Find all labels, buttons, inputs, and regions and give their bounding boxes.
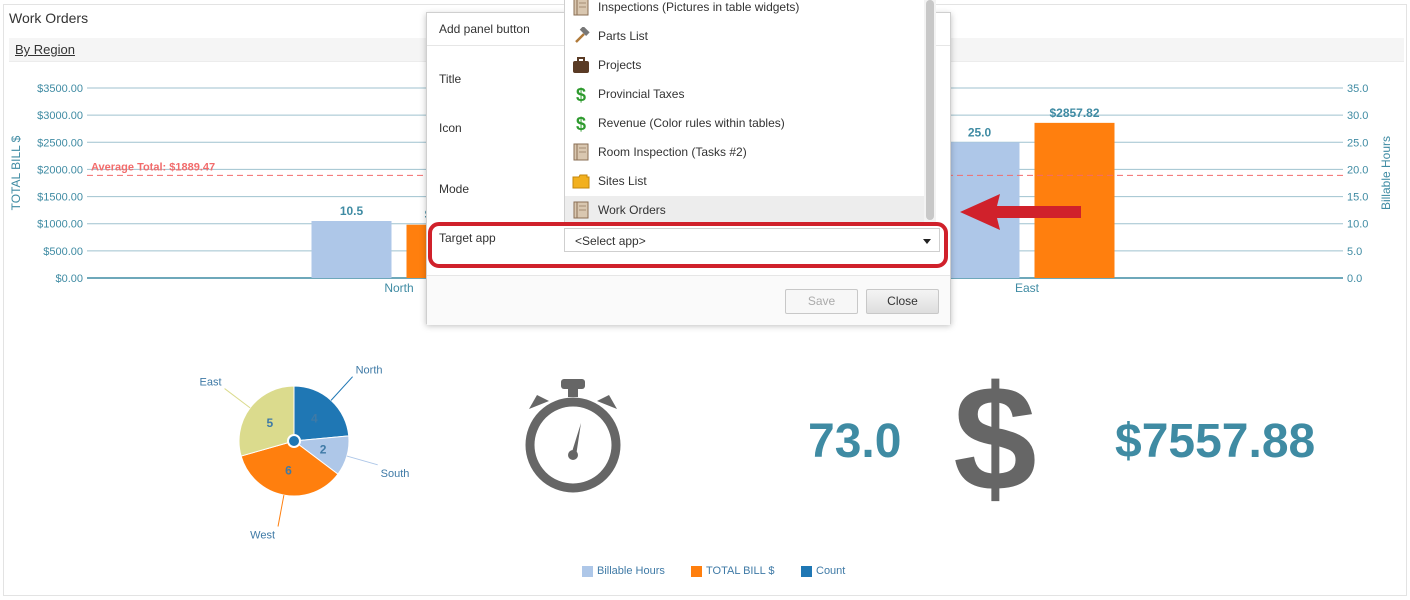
svg-text:$: $ [576, 114, 586, 132]
right-tick-label: 35.0 [1347, 83, 1368, 95]
right-tick-label: 10.0 [1347, 219, 1368, 231]
chart-legend: Billable Hours TOTAL BILL $ Count [0, 565, 1410, 581]
pie-slice-value: 2 [320, 442, 327, 456]
icon-label: Icon [439, 121, 462, 135]
left-tick-label: $1000.00 [37, 219, 83, 231]
app-dropdown-list[interactable]: Inspections (Pictures in table widgets) … [564, 0, 936, 226]
dollar-green-icon: $ [572, 85, 590, 105]
stopwatch-icon [525, 379, 621, 493]
svg-text:$: $ [576, 85, 586, 103]
pie-leader-line [330, 376, 353, 401]
scrollbar-thumb[interactable] [926, 0, 934, 220]
annotation-arrow-icon [960, 194, 1081, 230]
right-tick-label: 15.0 [1347, 192, 1368, 204]
folder-icon [572, 172, 590, 190]
y-axis-title-left: TOTAL BILL $ [9, 135, 23, 210]
pie-slice-label: West [250, 530, 275, 542]
app-option[interactable]: Inspections (Pictures in table widgets) [565, 0, 925, 22]
app-option-label: Inspections (Pictures in table widgets) [598, 0, 800, 14]
pie-leader-line [277, 494, 285, 527]
pie-leader-line [224, 388, 251, 409]
right-tick-label: 30.0 [1347, 110, 1368, 122]
dialog-footer: Save Close [427, 275, 950, 325]
app-option[interactable]: $ Provincial Taxes [565, 80, 925, 109]
app-option[interactable]: $ Revenue (Color rules within tables) [565, 109, 925, 138]
left-tick-label: $500.00 [43, 246, 83, 258]
legend-label: TOTAL BILL $ [706, 565, 775, 577]
kpi-hours: 73.0 [808, 415, 902, 468]
app-option-label: Projects [598, 58, 642, 72]
y-axis-title-right: Billable Hours [1379, 136, 1393, 210]
dollar-icon: $ [953, 354, 1036, 522]
app-option[interactable]: Work Orders [565, 196, 925, 225]
legend-label: Billable Hours [597, 565, 665, 577]
target-app-highlight [428, 222, 948, 268]
briefcase-icon [572, 56, 590, 74]
pie-slice [293, 385, 350, 442]
right-tick-label: 5.0 [1347, 246, 1362, 258]
app-option-label: Parts List [598, 29, 649, 43]
app-option-label: Sites List [598, 174, 647, 188]
kpi-total: $7557.88 [1115, 415, 1316, 468]
pie-leader-line [346, 455, 378, 466]
average-line-label: Average Total: $1889.47 [91, 161, 215, 173]
legend-swatch [801, 566, 812, 577]
app-option-label: Work Orders [598, 203, 666, 217]
pie-chart: 4 North 2 South 6 West 5 East [200, 365, 410, 542]
pie-slice-value: 4 [311, 412, 318, 426]
left-tick-label: $1500.00 [37, 192, 83, 204]
dialog-title: Add panel button [439, 22, 530, 36]
app-option[interactable]: Room Inspection (Tasks #2) [565, 138, 925, 167]
left-axis: $0.00 $500.00 $1000.00 $1500.00 $2000.00 $250… [37, 83, 83, 285]
mode-label: Mode [439, 182, 470, 196]
notebook-icon [572, 201, 590, 219]
right-axis: 0.0 5.0 10.0 15.0 20.0 25.0 30.0 35.0 [1347, 83, 1368, 285]
bar-data-label: 10.5 [340, 204, 364, 218]
left-tick-label: $3500.00 [37, 83, 83, 95]
dropdown-scrollbar[interactable] [924, 0, 936, 226]
category-label: North [384, 281, 413, 295]
dollar-green-icon: $ [572, 114, 590, 134]
close-button[interactable]: Close [866, 289, 939, 314]
title-label: Title [439, 72, 462, 86]
pie-slice-label: South [381, 468, 410, 480]
pie-center [287, 434, 301, 448]
notebook-icon [572, 0, 590, 16]
right-tick-label: 25.0 [1347, 137, 1368, 149]
bar [311, 221, 392, 278]
bar-data-label: 25.0 [968, 125, 992, 139]
app-option[interactable]: Projects [565, 51, 925, 80]
left-tick-label: $2000.00 [37, 164, 83, 176]
hammer-icon [572, 26, 590, 45]
legend-label: Count [816, 565, 846, 577]
app-option-label: Revenue (Color rules within tables) [598, 116, 785, 130]
app-option-label: Room Inspection (Tasks #2) [598, 145, 747, 159]
category-label: East [1015, 281, 1040, 295]
legend-swatch [582, 566, 593, 577]
left-tick-label: $3000.00 [37, 110, 83, 122]
pie-slice-label: East [200, 377, 222, 389]
pie-slice-label: North [356, 365, 383, 377]
left-tick-label: $2500.00 [37, 137, 83, 149]
notebook-icon [572, 143, 590, 161]
pie-slice-value: 5 [267, 416, 274, 430]
save-button[interactable]: Save [785, 289, 858, 314]
pie-slice-value: 6 [285, 464, 292, 478]
app-option-label: Provincial Taxes [598, 87, 685, 101]
bar-data-label: $2857.82 [1049, 106, 1099, 120]
left-tick-label: $0.00 [55, 273, 83, 285]
app-option[interactable]: Parts List [565, 22, 925, 51]
right-tick-label: 0.0 [1347, 273, 1362, 285]
app-option[interactable]: Sites List [565, 167, 925, 196]
legend-swatch [691, 566, 702, 577]
right-tick-label: 20.0 [1347, 164, 1368, 176]
